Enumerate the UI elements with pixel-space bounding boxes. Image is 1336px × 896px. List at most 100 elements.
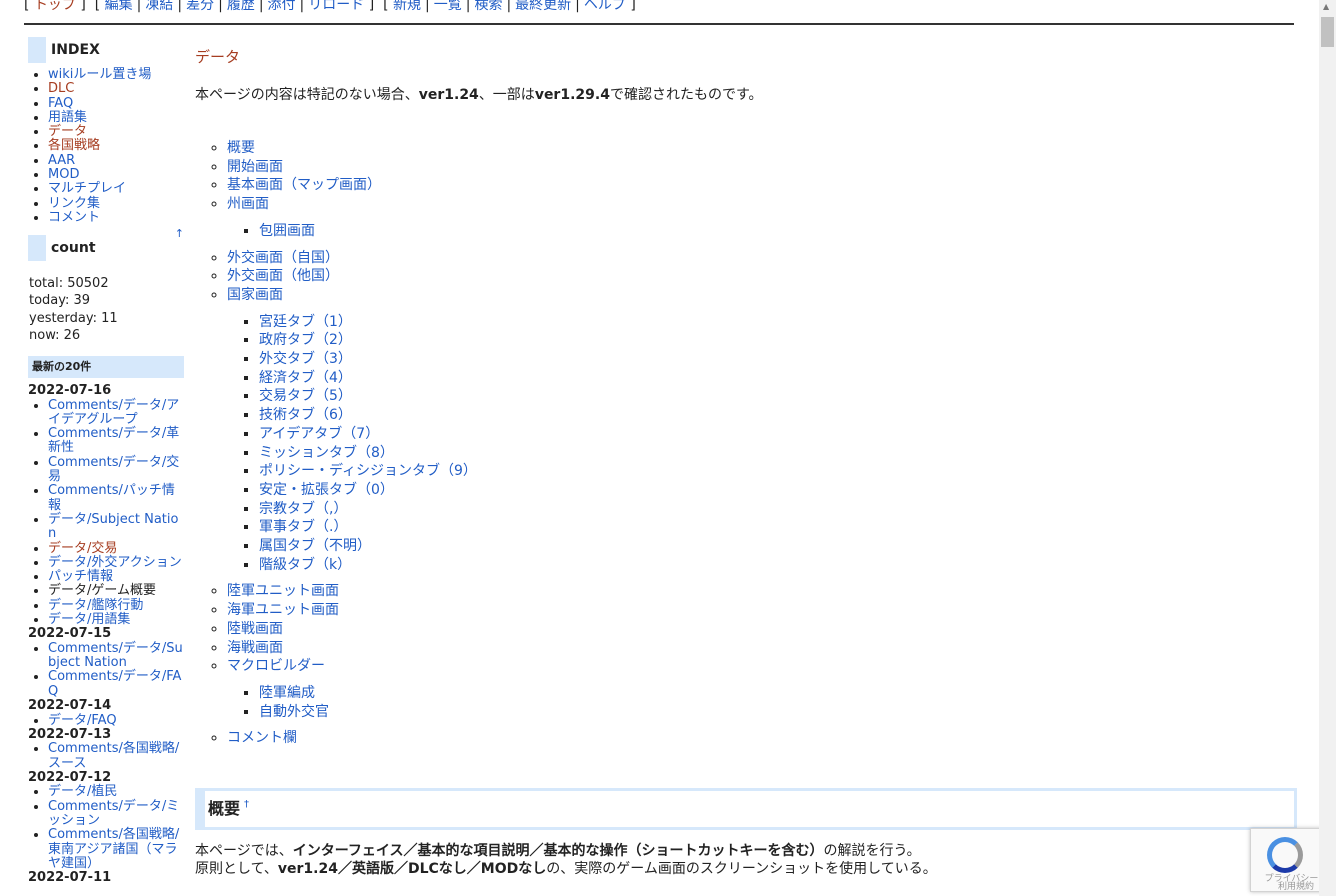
index-link-multiplay[interactable]: マルチプレイ [48, 181, 126, 196]
index-link-rules[interactable]: wikiルール置き場 [48, 67, 151, 82]
recent-link[interactable]: データ/外交アクション [48, 555, 182, 570]
index-link-comment[interactable]: コメント [48, 210, 100, 225]
toc-item: 概要 [227, 139, 1295, 158]
sidebar: INDEX wikiルール置き場 DLC FAQ 用語集 データ 各国戦略 AA… [28, 37, 184, 886]
nav-separator: | [258, 0, 264, 13]
toc-link[interactable]: 陸軍編成 [259, 685, 315, 701]
scroll-up-icon[interactable]: ▲ [1323, 2, 1329, 11]
recent-link[interactable]: Comments/パッチ情報 [48, 483, 175, 513]
nav-history-link[interactable]: 履歴 [227, 0, 255, 13]
list-item: データ/用語集 [48, 612, 184, 627]
toc-link[interactable]: マクロビルダー [227, 658, 325, 674]
page-title-link[interactable]: データ [195, 48, 240, 66]
index-link-glossary[interactable]: 用語集 [48, 110, 87, 125]
toc-link[interactable]: 基本画面（マップ画面） [227, 177, 381, 193]
toc-link[interactable]: 属国タブ（不明） [259, 538, 371, 554]
recent-link[interactable]: Comments/データ/FAQ [48, 669, 181, 699]
recent-link[interactable]: データ/Subject Nation [48, 512, 178, 541]
intro-part: で確認されたものです。 [609, 87, 763, 103]
list-item: Comments/各国戦略/東南アジア諸国（マラヤ建国） [48, 828, 184, 871]
nav-edit-link[interactable]: 編集 [105, 0, 133, 13]
recent-link[interactable]: データ/植民 [48, 784, 117, 799]
paragraph: 原則として、ver1.24／英語版／DLCなし／MODなしの、実際のゲーム画面の… [195, 860, 1295, 878]
toc-link[interactable]: ポリシー・ディシジョンタブ（9） [259, 463, 477, 479]
recent-link[interactable]: Comments/データ/革新性 [48, 426, 179, 455]
nav-diff-link[interactable]: 差分 [186, 0, 214, 13]
recent-heading: 最新の20件 [28, 356, 184, 379]
text-bold: ver1.24／英語版／DLCなし／MODなし [277, 861, 547, 877]
section-body: 本ページでは、インターフェイス／基本的な項目説明／基本的な操作（ショートカットキ… [195, 842, 1295, 878]
nav-new-link[interactable]: 新規 [393, 0, 421, 13]
toc-item: 陸軍編成 [259, 684, 1295, 703]
recent-link[interactable]: Comments/データ/アイデアグループ [48, 398, 179, 427]
toc-link[interactable]: 開始画面 [227, 159, 283, 175]
recent-changes: 2022-07-16 Comments/データ/アイデアグループ Comment… [28, 384, 184, 886]
recent-link[interactable]: Comments/データ/交易 [48, 455, 179, 484]
count-today: today: 39 [29, 293, 91, 309]
recent-link[interactable]: Comments/各国戦略/東南アジア諸国（マラヤ建国） [48, 827, 179, 871]
toc-link[interactable]: 宮廷タブ（1） [259, 314, 352, 330]
toc-item: ミッションタブ（8） [259, 444, 1295, 463]
toc-link[interactable]: 概要 [227, 140, 255, 156]
toc-link[interactable]: 外交画面（自国） [227, 250, 339, 266]
recaptcha-icon [1267, 837, 1303, 873]
index-link-dlc[interactable]: DLC [48, 81, 74, 96]
intro-text: 本ページの内容は特記のない場合、ver1.24、一部はver1.29.4で確認さ… [195, 86, 1295, 104]
recent-list: データ/FAQ [28, 713, 184, 728]
recent-link[interactable]: データ/交易 [48, 541, 117, 556]
toc-link[interactable]: 安定・拡張タブ（0） [259, 482, 394, 498]
recent-link[interactable]: パッチ情報 [48, 569, 113, 584]
toc-link[interactable]: コメント欄 [227, 730, 297, 746]
recent-link[interactable]: データ/用語集 [48, 612, 130, 627]
nav-search-link[interactable]: 検索 [474, 0, 502, 13]
scroll-thumb[interactable] [1321, 17, 1334, 47]
toc-link[interactable]: 陸戦画面 [227, 621, 283, 637]
paragraph: 本ページでは、インターフェイス／基本的な項目説明／基本的な操作（ショートカットキ… [195, 842, 1295, 860]
nav-recent-link[interactable]: 最終更新 [515, 0, 571, 13]
toc-link[interactable]: 外交タブ（3） [259, 351, 352, 367]
nav-list-link[interactable]: 一覧 [434, 0, 462, 13]
nav-attach-link[interactable]: 添付 [268, 0, 296, 13]
toc-link[interactable]: 軍事タブ（.） [259, 519, 347, 535]
toc-item: アイデアタブ（7） [259, 425, 1295, 444]
index-link-mod[interactable]: MOD [48, 167, 79, 182]
index-link-faq[interactable]: FAQ [48, 96, 73, 111]
toc-link[interactable]: 包囲画面 [259, 223, 315, 239]
recent-link[interactable]: データ/艦隊行動 [48, 598, 143, 613]
section-title: 概要 [208, 799, 241, 818]
index-link-strategy[interactable]: 各国戦略 [48, 138, 100, 153]
toc-link[interactable]: 外交画面（他国） [227, 268, 339, 284]
nav-help-link[interactable]: ヘルプ [584, 0, 626, 13]
nav-top-link[interactable]: トップ [34, 0, 76, 13]
toc-link[interactable]: 陸軍ユニット画面 [227, 583, 339, 599]
toc-link[interactable]: 宗教タブ（,） [259, 501, 347, 517]
toc-link[interactable]: 階級タブ（k） [259, 557, 351, 573]
recent-link[interactable]: Comments/データ/Subject Nation [48, 641, 183, 670]
recent-link[interactable]: データ/FAQ [48, 713, 117, 728]
toc-link[interactable]: 州画面 [227, 196, 269, 212]
toc-link[interactable]: 海戦画面 [227, 640, 283, 656]
toc-link[interactable]: 政府タブ（2） [259, 332, 352, 348]
index-link-data[interactable]: データ [48, 124, 87, 139]
toc-sublist: 包囲画面 [227, 222, 1295, 241]
scrollbar[interactable]: ▲ [1319, 0, 1336, 896]
toc-link[interactable]: 国家画面 [227, 287, 283, 303]
toc-link[interactable]: 海軍ユニット画面 [227, 602, 339, 618]
toc-link[interactable]: ミッションタブ（8） [259, 445, 394, 461]
toc-item: コメント欄 [227, 729, 1295, 748]
text-part: 本ページでは、 [195, 843, 293, 859]
toc-link[interactable]: 自動外交官 [259, 704, 329, 720]
nav-reload-link[interactable]: リロード [308, 0, 364, 13]
toc-link[interactable]: 経済タブ（4） [259, 370, 352, 386]
list-item: Comments/データ/革新性 [48, 426, 184, 456]
index-link-links[interactable]: リンク集 [48, 196, 100, 211]
index-link-aar[interactable]: AAR [48, 153, 75, 168]
toc-link[interactable]: 交易タブ（5） [259, 388, 352, 404]
intro-version: ver1.24 [418, 87, 479, 103]
recent-link[interactable]: Comments/データ/ミッション [48, 799, 179, 828]
toc-link[interactable]: アイデアタブ（7） [259, 426, 379, 442]
section-anchor-link[interactable]: † [244, 799, 249, 810]
recent-link[interactable]: Comments/各国戦略/スース [48, 741, 179, 771]
nav-freeze-link[interactable]: 凍結 [145, 0, 173, 13]
toc-link[interactable]: 技術タブ（6） [259, 407, 352, 423]
